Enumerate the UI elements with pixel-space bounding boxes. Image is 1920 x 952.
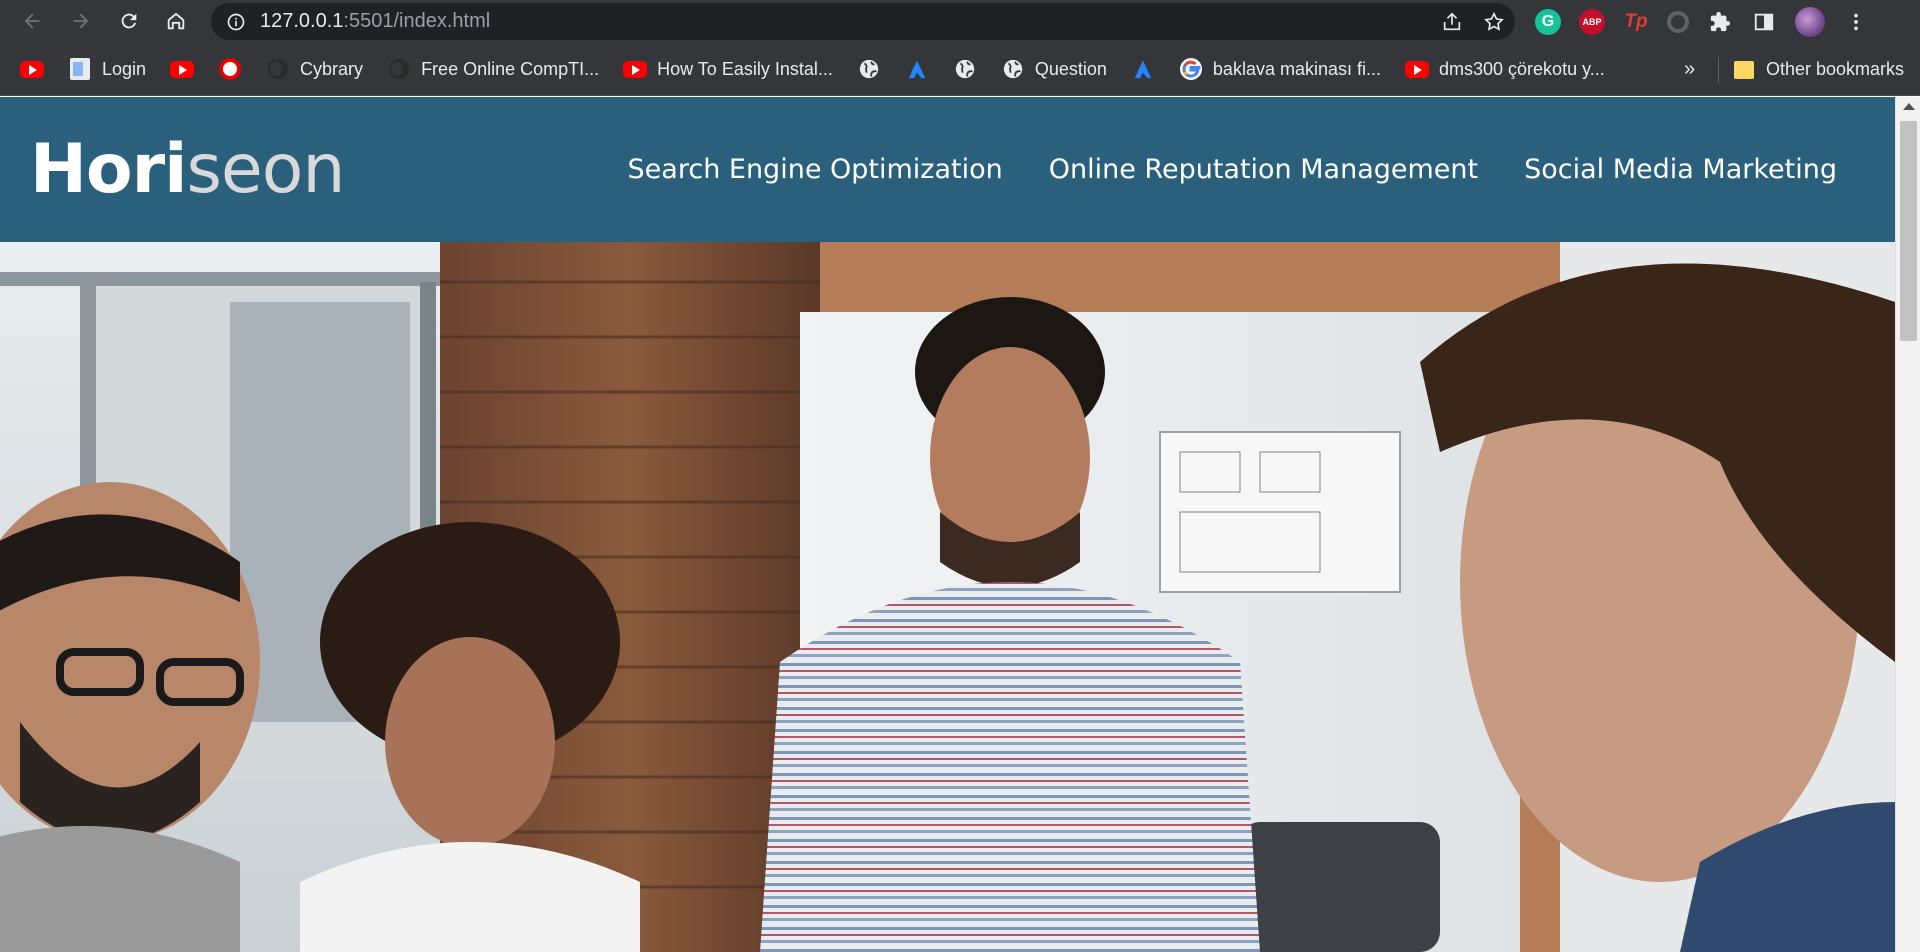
forward-button[interactable] — [62, 2, 100, 40]
site-logo: Horiseon — [30, 130, 345, 209]
address-bar-actions — [1441, 3, 1505, 40]
extensions-area: G ABP Tp — [1535, 0, 1869, 43]
url-text[interactable]: 127.0.0.1:5501/index.html — [260, 10, 490, 33]
nav-link-social[interactable]: Social Media Marketing — [1524, 154, 1837, 185]
scroll-up-arrow-icon[interactable] — [1903, 103, 1915, 110]
document-icon — [68, 57, 92, 81]
bookmark-item[interactable]: How To Easily Instal... — [623, 52, 833, 86]
brand-main: Hori — [30, 130, 187, 209]
atlassian-icon — [1131, 57, 1155, 81]
other-bookmarks-folder[interactable]: Other bookmarks — [1732, 43, 1904, 96]
bookmark-item[interactable] — [20, 52, 44, 86]
profile-avatar[interactable] — [1795, 6, 1825, 37]
bookmark-item[interactable] — [170, 52, 195, 86]
google-icon — [1179, 57, 1203, 81]
star-icon[interactable] — [1483, 11, 1505, 33]
info-icon[interactable] — [226, 12, 246, 32]
tp-extension-icon[interactable]: Tp — [1623, 9, 1649, 35]
bookmarks-bar: Login Cybrary Free Online CompTI... How … — [0, 43, 1920, 96]
nav-link-reputation[interactable]: Online Reputation Management — [1049, 154, 1478, 185]
bookmark-item[interactable]: dms300 çörekotu y... — [1405, 52, 1605, 86]
bookmark-item[interactable]: Login — [68, 52, 146, 86]
globe-icon — [1001, 57, 1025, 81]
cybrary-icon — [266, 57, 290, 81]
folder-icon — [1732, 58, 1756, 82]
adblock-plus-extension-icon[interactable]: ABP — [1579, 8, 1605, 35]
back-button[interactable] — [13, 2, 51, 40]
browser-toolbar: 127.0.0.1:5501/index.html G ABP Tp — [0, 0, 1920, 43]
bookmark-label: How To Easily Instal... — [657, 58, 833, 79]
bookmark-item[interactable] — [1131, 52, 1155, 86]
extensions-puzzle-icon[interactable] — [1707, 9, 1733, 35]
bookmark-item[interactable]: Cybrary — [266, 52, 363, 86]
home-button[interactable] — [157, 2, 195, 40]
url-path: :5501/index.html — [343, 10, 491, 32]
url-host: 127.0.0.1 — [260, 10, 344, 32]
youtube-icon — [170, 57, 195, 81]
cybrary-icon — [387, 57, 411, 81]
youtube-icon — [20, 57, 44, 81]
bookmark-item[interactable] — [857, 52, 881, 86]
brand-accent: seon — [186, 130, 345, 209]
bookmark-item[interactable] — [953, 52, 977, 86]
page-viewport: Horiseon Search Engine Optimization Onli… — [0, 97, 1895, 952]
site-header: Horiseon Search Engine Optimization Onli… — [0, 97, 1895, 242]
bookmark-label: Login — [102, 58, 147, 79]
address-bar[interactable]: 127.0.0.1:5501/index.html — [211, 3, 1515, 40]
youtube-icon — [623, 57, 648, 81]
page-scrollbar[interactable] — [1895, 97, 1920, 952]
globe-icon — [857, 57, 881, 81]
bookmark-label: Free Online CompTI... — [421, 58, 600, 79]
reload-icon — [121, 13, 137, 29]
ring-extension-icon[interactable] — [1667, 10, 1689, 33]
globe-icon — [953, 57, 977, 81]
bookmark-label: dms300 çörekotu y... — [1439, 58, 1605, 79]
arrow-left-icon — [24, 13, 40, 29]
hero-photo-illustration — [0, 242, 1895, 952]
arrow-right-icon — [73, 13, 89, 29]
bookmarks-divider — [1718, 57, 1719, 83]
hero-image — [0, 242, 1895, 952]
reload-button[interactable] — [110, 2, 148, 40]
bookmark-item[interactable]: Question — [1001, 52, 1107, 86]
home-icon — [167, 12, 185, 30]
bookmark-item[interactable]: baklava makinası fi... — [1179, 52, 1381, 86]
main-nav: Search Engine Optimization Online Reputa… — [628, 154, 1837, 185]
scroll-thumb[interactable] — [1900, 121, 1917, 341]
bookmark-item[interactable] — [905, 52, 929, 86]
share-icon[interactable] — [1441, 11, 1463, 33]
bookmark-item[interactable] — [218, 52, 242, 86]
bookmark-label: Cybrary — [300, 58, 364, 79]
grammarly-extension-icon[interactable]: G — [1535, 8, 1561, 35]
other-bookmarks-label: Other bookmarks — [1766, 59, 1905, 79]
side-panel-icon[interactable] — [1751, 9, 1777, 35]
nav-link-seo[interactable]: Search Engine Optimization — [628, 154, 1003, 185]
more-bookmarks-button[interactable]: » — [1684, 43, 1695, 96]
browser-menu-icon[interactable] — [1843, 9, 1869, 35]
youtube-icon — [1405, 57, 1429, 81]
bookmark-label: Question — [1034, 58, 1107, 79]
vodafone-icon — [218, 57, 242, 81]
atlassian-icon — [905, 57, 929, 81]
bookmark-item[interactable]: Free Online CompTI... — [387, 52, 599, 86]
bookmark-label: baklava makinası fi... — [1212, 58, 1381, 79]
